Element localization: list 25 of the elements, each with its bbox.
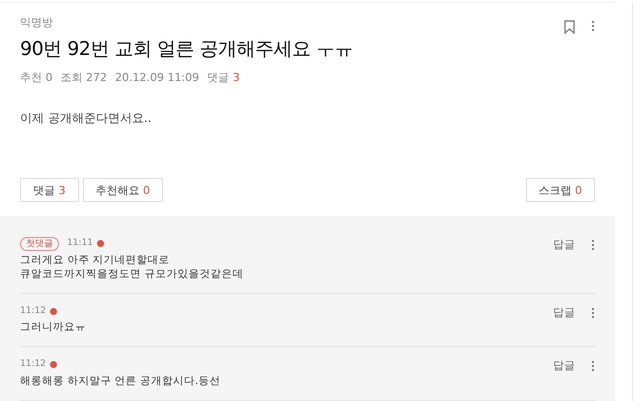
comment-text: 해롱해롱 하지말구 언른 공개합시다.등선 bbox=[20, 374, 220, 388]
more-icon[interactable] bbox=[591, 20, 595, 32]
comment-text: 그러니까요ㅠ bbox=[20, 320, 86, 334]
action-button[interactable]: 추천해요 0 bbox=[82, 178, 163, 202]
comment-text: 그러게요 아주 지기네편할대로 큐알코드까지찍을정도면 규모가있을것같은데 bbox=[20, 252, 244, 280]
more-icon[interactable] bbox=[591, 306, 595, 318]
stat-text: 추천 0 bbox=[20, 70, 52, 86]
more-icon[interactable] bbox=[591, 360, 595, 372]
board-name[interactable]: 익명방 bbox=[20, 15, 354, 32]
action-button[interactable]: 댓글 3 bbox=[20, 178, 78, 202]
post-date: 20.12.09 11:09 bbox=[115, 70, 200, 86]
comment-time: 11:12 bbox=[20, 358, 46, 371]
comment-time: 11:12 bbox=[20, 304, 46, 318]
comment-time: 11:11 bbox=[67, 236, 93, 250]
more-icon[interactable] bbox=[591, 238, 595, 250]
reply-link[interactable]: 답글 bbox=[553, 236, 575, 253]
post-title: 90번 92번 교회 얼른 공개해주세요 ㅜㅠ bbox=[20, 36, 354, 62]
stat-text: 조회 272 bbox=[60, 70, 107, 86]
first-comment-badge: 첫댓글 bbox=[20, 236, 59, 250]
comment-count: 댓글 3 bbox=[207, 70, 240, 86]
scrap-button[interactable]: 스크랩 0 bbox=[526, 178, 595, 202]
reply-link[interactable]: 답글 bbox=[553, 358, 575, 374]
bookmark-icon[interactable] bbox=[564, 20, 575, 34]
reply-link[interactable]: 답글 bbox=[553, 304, 575, 321]
post-body: 이제 공개해준다면서요.. bbox=[20, 110, 152, 126]
